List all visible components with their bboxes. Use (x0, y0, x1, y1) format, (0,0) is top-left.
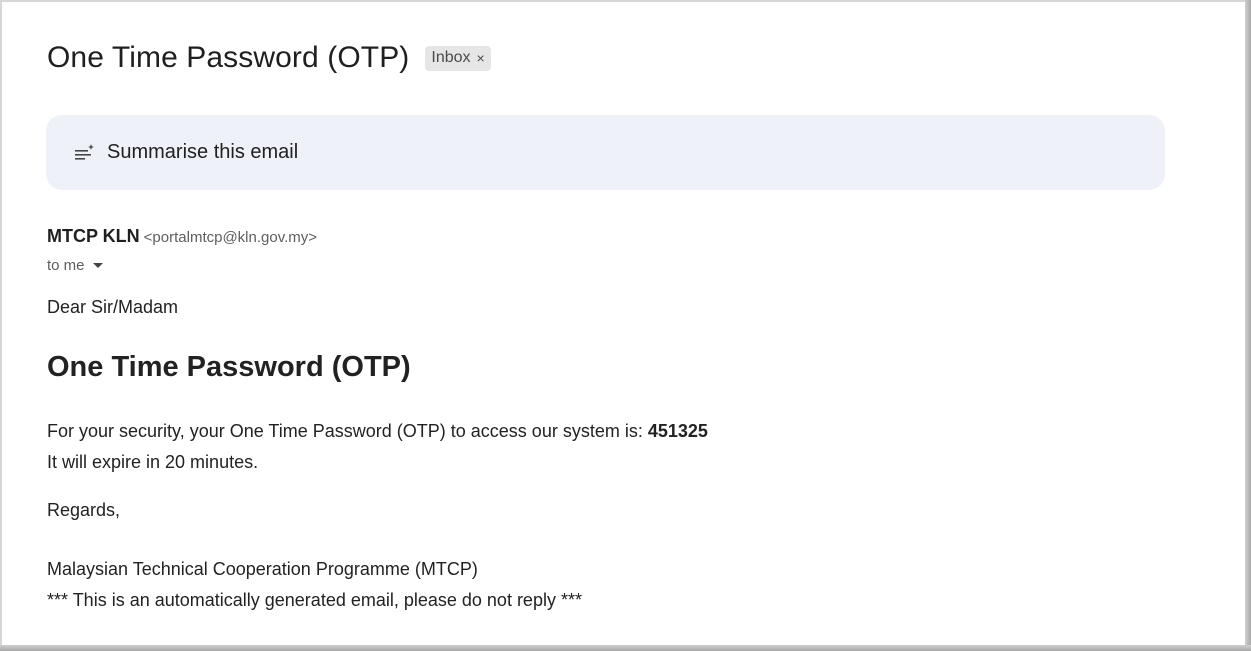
sender-name[interactable]: MTCP KLN (47, 226, 140, 246)
otp-line: For your security, your One Time Passwor… (47, 421, 708, 442)
otp-code: 451325 (647, 421, 708, 441)
email-greeting: Dear Sir/Madam (47, 297, 179, 317)
expiry-line: It will expire in 20 minutes. (47, 452, 259, 472)
sender-line: MTCP KLN <portalmtcp@kln.gov.my> (47, 226, 317, 247)
organisation-line: Malaysian Technical Cooperation Programm… (47, 559, 478, 579)
sender-email: <portalmtcp@kln.gov.my> (143, 229, 318, 246)
label-chip-text: Inbox (431, 48, 471, 66)
caret-down-icon[interactable] (92, 263, 103, 268)
recipient-details-toggle[interactable]: to me (47, 257, 103, 274)
frame-border-top (0, 0, 1251, 2)
frame-border-left (0, 0, 2, 651)
close-icon[interactable]: × (477, 50, 485, 66)
frame-border-right (1245, 0, 1251, 651)
email-view: One Time Password (OTP) Inbox × Summaris… (0, 0, 1251, 651)
sparkle-list-icon (74, 142, 96, 164)
frame-border-bottom (0, 645, 1251, 651)
auto-generated-notice: *** This is an automatically generated e… (47, 590, 582, 610)
summarise-label: Summarise this email (107, 141, 299, 163)
otp-prefix: For your security, your One Time Passwor… (47, 421, 643, 441)
email-body-heading: One Time Password (OTP) (47, 351, 411, 383)
inbox-label-chip[interactable]: Inbox × (425, 45, 491, 71)
email-subject: One Time Password (OTP) (47, 41, 410, 74)
subject-row: One Time Password (OTP) Inbox × (47, 36, 491, 80)
recipient-label: to me (47, 257, 85, 274)
summarise-email-button[interactable]: Summarise this email (46, 115, 1165, 190)
regards-line: Regards, (47, 500, 121, 520)
